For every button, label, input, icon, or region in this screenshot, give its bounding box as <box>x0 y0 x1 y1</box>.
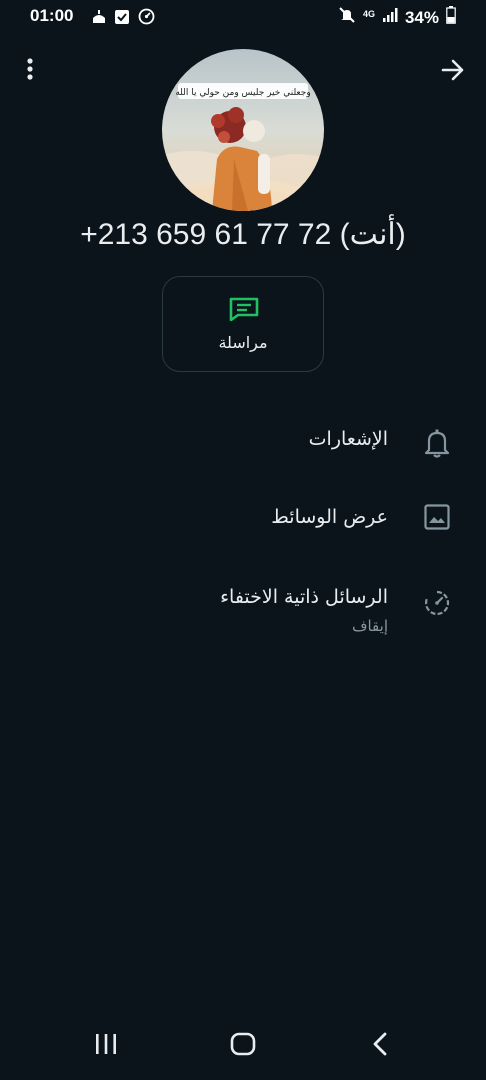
back-button[interactable] <box>438 55 468 85</box>
network-type: 4G <box>362 9 375 19</box>
recent-apps-icon <box>96 1034 116 1054</box>
recent-apps-button[interactable] <box>86 1024 126 1064</box>
notifications-label: الإشعارات <box>308 428 388 450</box>
avatar-caption: وجعلني خير جليس ومن حولي يا الله <box>175 88 310 98</box>
bell-icon <box>424 428 450 462</box>
home-button[interactable] <box>222 1024 264 1064</box>
disappearing-messages-value: إيقاف <box>351 617 388 635</box>
nav-back-button[interactable] <box>360 1024 400 1064</box>
avatar-image: وجعلني خير جليس ومن حولي يا الله <box>162 49 324 211</box>
battery-percent: 34% <box>404 7 439 27</box>
more-vert-icon <box>27 58 33 80</box>
disappearing-messages-label: الرسائل ذاتية الاختفاء <box>220 586 388 608</box>
profile-avatar[interactable]: وجعلني خير جليس ومن حولي يا الله <box>162 49 324 211</box>
battery-icon <box>446 6 456 29</box>
mosque-notification-icon <box>92 9 106 28</box>
checkbox-notification-icon <box>114 9 130 29</box>
notifications-row[interactable]: الإشعارات <box>0 414 486 470</box>
system-navigation-bar <box>0 1014 486 1080</box>
message-button[interactable]: مراسلة <box>162 276 324 372</box>
image-icon <box>424 504 450 534</box>
mute-icon <box>338 6 356 29</box>
status-notification-icons <box>92 8 155 29</box>
media-row[interactable]: عرض الوسائط <box>0 492 486 548</box>
disappearing-messages-row[interactable]: الرسائل ذاتية الاختفاء إيقاف <box>0 574 486 646</box>
media-label: عرض الوسائط <box>271 506 388 528</box>
arrow-forward-icon <box>441 59 464 81</box>
gauge-notification-icon <box>138 8 155 29</box>
home-icon <box>230 1032 256 1056</box>
status-right: 4G 34% <box>338 6 456 29</box>
message-icon <box>229 297 259 325</box>
status-time: 01:00 <box>30 6 74 25</box>
profile-name: +213 659 61 77 72 (أنت) <box>80 218 406 251</box>
status-bar: 01:00 4G 34% <box>0 0 486 32</box>
more-options-button[interactable] <box>16 55 44 83</box>
message-button-label: مراسلة <box>218 333 268 352</box>
signal-icon <box>382 7 398 28</box>
chevron-left-icon <box>373 1032 387 1056</box>
timer-icon <box>424 590 450 620</box>
